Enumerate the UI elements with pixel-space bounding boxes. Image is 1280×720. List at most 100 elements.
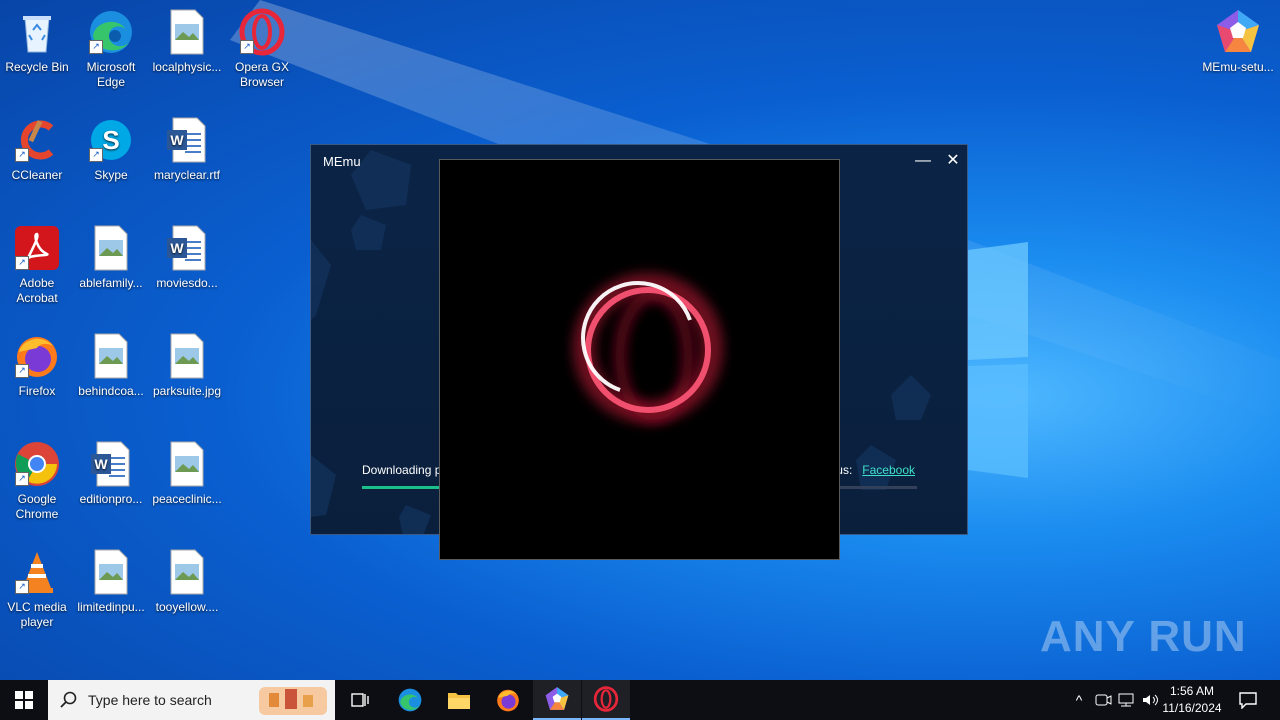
- facebook-link[interactable]: Facebook: [862, 463, 915, 477]
- desktop-icon-skype[interactable]: S ↗ Skype: [74, 116, 148, 183]
- task-view-button[interactable]: [336, 680, 384, 720]
- system-tray: ^: [1068, 680, 1162, 720]
- anyrun-watermark: ANY RUN: [1040, 612, 1247, 661]
- image-file-icon: [87, 332, 135, 380]
- desktop-icon-word-file[interactable]: W editionpro...: [74, 440, 148, 507]
- taskbar-firefox[interactable]: [484, 680, 532, 720]
- desktop-icon-image-file[interactable]: behindcoa...: [74, 332, 148, 399]
- close-button[interactable]: ✕: [942, 151, 964, 171]
- memu-logo-icon: [545, 687, 569, 710]
- shortcut-arrow-icon: ↗: [15, 148, 29, 162]
- word-document-icon: W: [87, 440, 135, 488]
- image-file-icon: [87, 548, 135, 596]
- clock-time: 1:56 AM: [1169, 684, 1215, 698]
- download-progress-fill: [362, 486, 440, 489]
- desktop-icon-label: Recycle Bin: [5, 60, 69, 74]
- svg-text:W: W: [94, 456, 108, 472]
- desktop-icon-label: parksuite.jpg: [152, 384, 222, 398]
- ccleaner-icon: ↗: [13, 116, 61, 164]
- taskbar-opera[interactable]: [582, 680, 630, 720]
- taskbar-clock[interactable]: 1:56 AM 11/16/2024: [1156, 683, 1228, 717]
- search-highlight-image: [259, 687, 327, 715]
- desktop-icon-label: Firefox: [18, 384, 56, 398]
- image-file-icon: [163, 8, 211, 56]
- network-icon[interactable]: [1116, 692, 1138, 708]
- follow-us-text: us: Facebook: [836, 463, 915, 477]
- desktop-icon-vlc[interactable]: ↗ VLC media player: [0, 548, 74, 630]
- image-file-icon: [87, 224, 135, 272]
- desktop-icon-label: ablefamily...: [79, 276, 143, 290]
- desktop-icon-label: VLC media player: [7, 600, 67, 629]
- minimize-button[interactable]: —: [912, 151, 934, 171]
- word-document-icon: W: [163, 116, 211, 164]
- chevron-up-icon[interactable]: ^: [1068, 692, 1090, 708]
- edge-icon: [398, 688, 422, 712]
- desktop-icon-word-file[interactable]: W maryclear.rtf: [150, 116, 224, 183]
- opera-icon: [593, 686, 619, 712]
- desktop-icon-image-file[interactable]: tooyellow....: [150, 548, 224, 615]
- recycle-bin-icon: [13, 8, 61, 56]
- desktop-icon-image-file[interactable]: ablefamily...: [74, 224, 148, 291]
- shortcut-arrow-icon: ↗: [15, 256, 29, 270]
- windows-logo-icon: [15, 691, 33, 709]
- meet-now-icon[interactable]: [1092, 692, 1114, 708]
- opera-logo-icon: [573, 273, 723, 423]
- shortcut-arrow-icon: ↗: [240, 40, 254, 54]
- desktop-icon-image-file[interactable]: peaceclinic...: [150, 440, 224, 507]
- notification-icon: [1239, 692, 1257, 709]
- desktop-icon-label: maryclear.rtf: [153, 168, 220, 182]
- taskbar: Type here to search ^ 1:56 AM 11/16/2024: [0, 680, 1280, 720]
- desktop-icon-recycle-bin[interactable]: Recycle Bin: [0, 8, 74, 75]
- desktop-icon-image-file[interactable]: limitedinpu...: [74, 548, 148, 615]
- taskbar-file-explorer[interactable]: [435, 680, 483, 720]
- desktop-icon-label: Skype: [94, 168, 128, 182]
- memu-logo-icon: [1214, 8, 1262, 56]
- download-status-text: Downloading p: [362, 463, 442, 477]
- taskbar-edge[interactable]: [386, 680, 434, 720]
- desktop-icon-label: MEmu-setu...: [1202, 60, 1274, 74]
- desktop-icon-image-file[interactable]: parksuite.jpg: [150, 332, 224, 399]
- folder-icon: [448, 693, 470, 709]
- desktop-icon-label: moviesdo...: [156, 276, 218, 290]
- adobe-acrobat-icon: ↗: [13, 224, 61, 272]
- skype-icon: S ↗: [87, 116, 135, 164]
- start-button[interactable]: [0, 680, 48, 720]
- desktop-icon-opera-gx[interactable]: ↗ Opera GX Browser: [225, 8, 299, 90]
- desktop-icon-label: editionpro...: [79, 492, 143, 506]
- notification-center-button[interactable]: [1228, 680, 1268, 720]
- word-document-icon: W: [163, 224, 211, 272]
- task-view-icon: [351, 693, 369, 707]
- taskbar-memu[interactable]: [533, 680, 581, 720]
- svg-text:W: W: [170, 240, 184, 256]
- desktop-icon-ccleaner[interactable]: ↗ CCleaner: [0, 116, 74, 183]
- shortcut-arrow-icon: ↗: [89, 40, 103, 54]
- image-file-icon: [163, 548, 211, 596]
- desktop-icon-image-file[interactable]: localphysic...: [150, 8, 224, 75]
- firefox-icon: ↗: [13, 332, 61, 380]
- edge-icon: ↗: [87, 8, 135, 56]
- desktop-icon-label: behindcoa...: [78, 384, 144, 398]
- desktop-icon-memu-setup[interactable]: MEmu-setu...: [1199, 8, 1277, 75]
- desktop-icon-label: peaceclinic...: [152, 492, 222, 506]
- svg-text:S: S: [102, 125, 119, 155]
- image-file-icon: [163, 332, 211, 380]
- taskbar-search-box[interactable]: Type here to search: [48, 680, 335, 720]
- desktop-icon-label: Adobe Acrobat: [16, 276, 58, 305]
- desktop-icon-label: localphysic...: [152, 60, 222, 74]
- desktop-icon-label: CCleaner: [11, 168, 63, 182]
- chrome-icon: ↗: [13, 440, 61, 488]
- search-placeholder: Type here to search: [88, 692, 212, 708]
- image-file-icon: [163, 440, 211, 488]
- desktop-icon-label: Microsoft Edge: [86, 60, 136, 89]
- desktop-icon-adobe-acrobat[interactable]: ↗ Adobe Acrobat: [0, 224, 74, 306]
- desktop-icon-firefox[interactable]: ↗ Firefox: [0, 332, 74, 399]
- opera-gx-icon: ↗: [238, 8, 286, 56]
- clock-date: 11/16/2024: [1162, 701, 1222, 715]
- desktop-icon-google-chrome[interactable]: ↗ Google Chrome: [0, 440, 74, 522]
- window-title: MEmu: [323, 154, 361, 169]
- desktop-icon-word-file[interactable]: W moviesdo...: [150, 224, 224, 291]
- shortcut-arrow-icon: ↗: [15, 364, 29, 378]
- desktop-icon-microsoft-edge[interactable]: ↗ Microsoft Edge: [74, 8, 148, 90]
- desktop-icon-label: Opera GX Browser: [234, 60, 290, 89]
- shortcut-arrow-icon: ↗: [15, 580, 29, 594]
